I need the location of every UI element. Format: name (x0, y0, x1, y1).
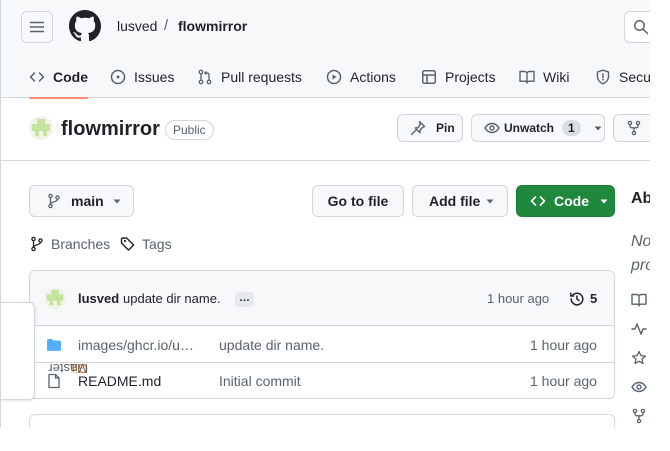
table-icon (422, 70, 436, 84)
shield-icon (596, 69, 610, 85)
tab-issues[interactable]: Issues (110, 56, 174, 98)
tab-pull-requests[interactable]: Pull requests (197, 56, 302, 98)
commit-count[interactable]: 5 (590, 291, 597, 306)
pull-request-icon (198, 69, 212, 85)
about-heading: Ab (631, 190, 650, 207)
issue-icon (110, 69, 126, 85)
code-icon (530, 196, 546, 206)
file-commit-message[interactable]: Initial commit (219, 373, 301, 389)
tab-label: Secur (619, 69, 650, 85)
commit-message[interactable]: update dir name. (123, 291, 221, 306)
tags-label: Tags (142, 236, 172, 252)
chevron-down-icon (113, 199, 121, 204)
github-repo-page: lusved / flowmirror Code Issues Pull req… (0, 0, 650, 427)
identicon-icon (32, 119, 50, 136)
latest-commit-row: lusved update dir name. … 1 hour ago 5 (30, 271, 614, 326)
code-icon (29, 72, 45, 82)
tab-label: Actions (350, 69, 396, 85)
branch-icon (31, 236, 43, 252)
repo-title[interactable]: flowmirror (61, 118, 160, 141)
file-commit-message[interactable]: update dir name. (219, 337, 324, 353)
repo-tabs: Code Issues Pull requests Actions Projec… (1, 56, 650, 99)
about-desc-line: No (631, 233, 650, 250)
tab-projects[interactable]: Projects (421, 56, 496, 98)
chevron-down-icon (594, 126, 602, 131)
tags-link[interactable]: Tags (120, 236, 172, 252)
menu-button[interactable] (21, 11, 53, 43)
history-icon (570, 292, 584, 306)
identicon-icon (46, 289, 64, 306)
breadcrumb-repo[interactable]: flowmirror (178, 18, 247, 34)
search-icon (634, 20, 649, 35)
breadcrumb-separator: / (164, 17, 169, 34)
tab-label: Code (53, 69, 88, 85)
branches-link[interactable]: Branches (29, 236, 110, 252)
file-row[interactable]: images/ghcr.io/u… update dir name. 1 hou… (30, 326, 614, 363)
add-file-button[interactable]: Add file (412, 185, 508, 217)
branch-label: main (71, 193, 104, 209)
book-icon (519, 70, 535, 84)
tag-icon (120, 237, 135, 251)
tab-label: Issues (134, 69, 175, 85)
add-file-label: Add file (429, 193, 481, 209)
fork-icon (627, 120, 641, 136)
search-button[interactable] (624, 11, 650, 43)
repo-owner-avatar[interactable] (29, 116, 53, 140)
gitmaster-label-part2: Master (48, 361, 88, 376)
gitmaster-sidebar-toggle[interactable]: Git Master (1, 302, 88, 400)
pulse-icon (631, 323, 647, 335)
play-icon (326, 69, 342, 85)
visibility-badge: Public (165, 120, 214, 140)
unwatch-button[interactable]: Unwatch 1 (471, 114, 605, 142)
star-icon (631, 350, 647, 365)
file-name[interactable]: images/ghcr.io/u… (78, 337, 194, 353)
tab-actions[interactable]: Actions (326, 56, 396, 98)
chevron-down-icon (486, 199, 494, 204)
pin-button[interactable]: Pin (397, 114, 463, 142)
tab-wiki[interactable]: Wiki (519, 56, 569, 98)
repo-header-bar: lusved / flowmirror Code Issues Pull req… (1, 0, 650, 99)
github-logo-icon[interactable] (69, 10, 101, 42)
file-row[interactable]: README.md Initial commit 1 hour ago (30, 363, 614, 398)
author-avatar[interactable] (44, 287, 66, 309)
eye-icon (631, 381, 647, 393)
pin-label: Pin (436, 121, 455, 135)
tab-label: Projects (445, 69, 496, 85)
chevron-down-icon (600, 199, 608, 204)
eye-icon (484, 122, 500, 134)
code-button[interactable]: Code (516, 185, 615, 217)
commit-author[interactable]: lusved (78, 291, 119, 306)
watch-count: 1 (562, 120, 581, 136)
tab-label: Wiki (543, 69, 570, 85)
code-button-label: Code (554, 193, 589, 209)
unwatch-label: Unwatch (504, 121, 555, 135)
fork-button[interactable] (613, 114, 650, 142)
header-divider (1, 160, 650, 161)
folder-icon (47, 339, 61, 351)
tab-security[interactable]: Secur (595, 56, 650, 98)
file-time: 1 hour ago (530, 373, 597, 389)
commit-expand-button[interactable]: … (235, 292, 254, 307)
tab-label: Pull requests (221, 69, 302, 85)
file-list: lusved update dir name. … 1 hour ago 5 i… (29, 270, 615, 399)
branches-label: Branches (51, 236, 111, 252)
about-description: No pro (631, 230, 650, 278)
file-name[interactable]: README.md (78, 373, 161, 389)
commit-time: 1 hour ago (487, 291, 550, 306)
hamburger-icon (30, 21, 44, 33)
fork-icon (632, 408, 646, 424)
about-desc-line: pro (631, 257, 650, 274)
tab-code[interactable]: Code (29, 56, 88, 99)
go-to-file-button[interactable]: Go to file (312, 185, 404, 217)
branch-selector[interactable]: main (29, 185, 134, 217)
go-to-file-label: Go to file (327, 193, 389, 209)
branch-icon (48, 193, 60, 209)
readme-box (29, 414, 615, 427)
book-icon (631, 293, 647, 307)
file-time: 1 hour ago (530, 337, 597, 353)
pin-icon (410, 120, 426, 136)
breadcrumb-owner[interactable]: lusved (117, 18, 157, 34)
